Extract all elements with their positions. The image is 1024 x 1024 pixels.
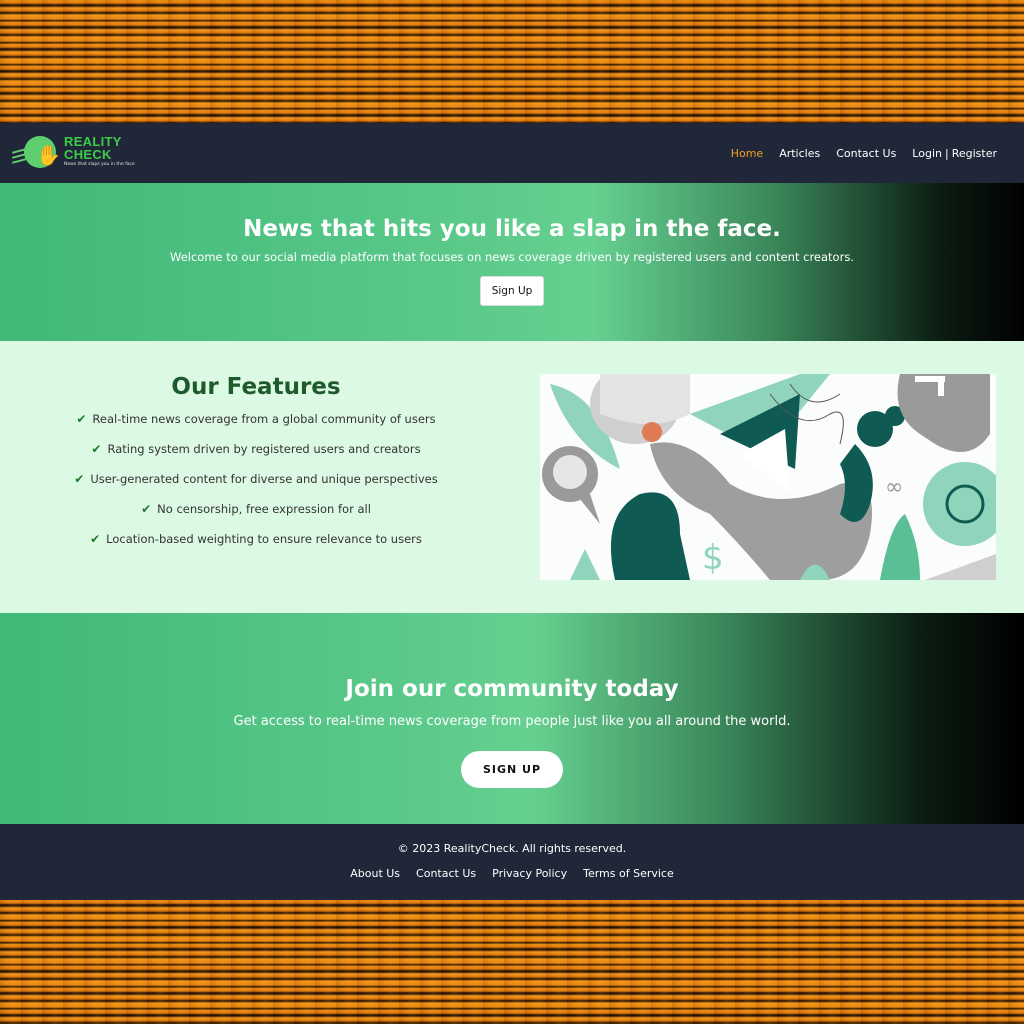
feature-text: No censorship, free expression for all [157, 502, 371, 516]
community-section: Join our community today Get access to r… [0, 613, 1024, 824]
check-icon: ✔ [74, 472, 85, 486]
svg-text:$: $ [702, 538, 724, 578]
feature-item: ✔ No censorship, free expression for all [0, 498, 512, 528]
features-illustration: ∞ $ [540, 374, 996, 580]
wood-background-top [0, 0, 1024, 123]
hero-subtitle: Welcome to our social media platform tha… [170, 250, 854, 264]
community-signup-button[interactable]: SIGN UP [460, 751, 564, 788]
check-icon: ✔ [141, 502, 152, 516]
feature-text: Rating system driven by registered users… [107, 442, 421, 456]
features-list: ✔ Real-time news coverage from a global c… [0, 408, 512, 558]
logo-title-line1: REALITY [64, 133, 122, 149]
feature-item: ✔ Location-based weighting to ensure rele… [0, 528, 512, 558]
feature-item: ✔ Real-time news coverage from a global c… [0, 408, 512, 438]
navbar: ✋ REALITY CHECK News that slaps you in t… [0, 123, 1024, 183]
check-icon: ✔ [91, 442, 102, 456]
footer-links: About Us Contact Us Privacy Policy Terms… [0, 867, 1024, 880]
logo-title-line2: CHECK [64, 146, 112, 162]
nav-login-link[interactable]: Login [912, 147, 942, 160]
website: ✋ REALITY CHECK News that slaps you in t… [0, 123, 1024, 900]
nav-separator: | [944, 146, 949, 160]
slap-hand-icon: ✋ [11, 133, 61, 173]
logo-text: REALITY CHECK News that slaps you in the… [64, 135, 135, 168]
nav-auth: Login | Register [912, 147, 997, 160]
footer-privacy-link[interactable]: Privacy Policy [492, 867, 567, 880]
nav-contact-link[interactable]: Contact Us [836, 147, 896, 160]
footer-terms-link[interactable]: Terms of Service [583, 867, 674, 880]
footer-about-link[interactable]: About Us [350, 867, 400, 880]
footer: © 2023 RealityCheck. All rights reserved… [0, 824, 1024, 900]
features-text: Our Features ✔ Real-time news coverage fr… [0, 374, 512, 613]
hero-signup-button[interactable]: Sign Up [479, 276, 545, 306]
feature-item: ✔ Rating system driven by registered user… [0, 438, 512, 468]
footer-copyright: © 2023 RealityCheck. All rights reserved… [397, 842, 627, 855]
hero-section: News that hits you like a slap in the fa… [0, 183, 1024, 341]
feature-text: User-generated content for diverse and u… [90, 472, 438, 486]
nav-register-link[interactable]: Register [952, 147, 997, 160]
logo-tagline: News that slaps you in the face [64, 161, 135, 167]
footer-contact-link[interactable]: Contact Us [416, 867, 476, 880]
features-title: Our Features [171, 374, 341, 400]
features-section: Our Features ✔ Real-time news coverage fr… [0, 341, 1024, 613]
logo[interactable]: ✋ REALITY CHECK News that slaps you in t… [11, 133, 135, 173]
nav-articles-link[interactable]: Articles [779, 147, 820, 160]
community-subtitle: Get access to real-time news coverage fr… [233, 714, 791, 729]
nav-links: Home Articles Contact Us Login | Registe… [731, 147, 997, 160]
nav-home-link[interactable]: Home [731, 147, 763, 160]
feature-text: Real-time news coverage from a global co… [92, 412, 436, 426]
community-title: Join our community today [345, 676, 679, 702]
feature-item: ✔ User-generated content for diverse and … [0, 468, 512, 498]
check-icon: ✔ [90, 532, 101, 546]
wood-background-bottom [0, 900, 1024, 1024]
feature-text: Location-based weighting to ensure relev… [106, 532, 422, 546]
check-icon: ✔ [76, 412, 87, 426]
hero-title: News that hits you like a slap in the fa… [243, 216, 781, 242]
svg-text:∞: ∞ [885, 475, 903, 500]
